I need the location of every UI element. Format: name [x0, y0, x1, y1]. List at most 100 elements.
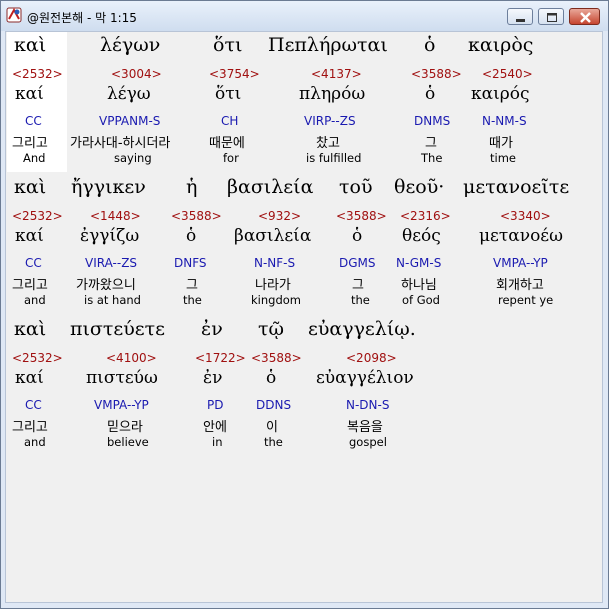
strong-number[interactable]: <3340>: [500, 209, 551, 223]
lemma[interactable]: πληρόω: [299, 84, 365, 104]
lemma[interactable]: καί: [15, 368, 44, 388]
lemma[interactable]: βασιλεία: [234, 226, 311, 246]
korean-gloss: 회개하고: [496, 278, 544, 293]
greek-word[interactable]: καιρὸς: [468, 34, 533, 56]
greek-word[interactable]: ὅτι: [213, 34, 242, 56]
strong-number[interactable]: <2098>: [346, 351, 397, 365]
parsing-code: DNMS: [414, 114, 451, 128]
strong-number[interactable]: <932>: [258, 209, 301, 223]
interlinear-pane[interactable]: καὶ <2532> καί CC 그리고 And λέγων <3004> λ…: [5, 31, 603, 603]
greek-word[interactable]: τῷ: [258, 318, 284, 340]
window-title: @원전본해 - 막 1:15: [27, 11, 137, 25]
maximize-icon: [547, 13, 557, 22]
english-gloss: time: [490, 151, 516, 165]
greek-word[interactable]: Πεπλήρωται: [268, 34, 388, 56]
korean-gloss: 찼고: [316, 136, 340, 151]
strong-number[interactable]: <2532>: [12, 209, 63, 223]
strong-number[interactable]: <1722>: [195, 351, 246, 365]
parsing-code: CC: [25, 256, 42, 270]
greek-word[interactable]: πιστεύετε: [70, 318, 165, 340]
greek-word[interactable]: καὶ: [14, 176, 46, 198]
strong-number[interactable]: <1448>: [90, 209, 141, 223]
lemma[interactable]: μετανοέω: [479, 226, 563, 246]
korean-gloss: 가까왔으니: [76, 278, 136, 293]
strong-number[interactable]: <3588>: [336, 209, 387, 223]
lemma[interactable]: καί: [15, 226, 44, 246]
korean-gloss: 그: [352, 278, 364, 293]
korean-gloss: 그: [186, 278, 198, 293]
english-gloss: and: [24, 435, 46, 449]
strong-number[interactable]: <4100>: [106, 351, 157, 365]
english-gloss: And: [23, 151, 46, 165]
english-gloss: kingdom: [251, 293, 301, 307]
english-gloss: the: [183, 293, 202, 307]
strong-number[interactable]: <2532>: [12, 351, 63, 365]
parsing-code: VMPA--YP: [493, 256, 548, 270]
strong-number[interactable]: <2316>: [400, 209, 451, 223]
greek-word[interactable]: ἤγγικεν: [71, 176, 146, 198]
lemma[interactable]: θεός: [402, 226, 441, 246]
strong-number[interactable]: <2540>: [482, 67, 533, 81]
greek-word[interactable]: εὐαγγελίῳ.: [308, 318, 416, 340]
lemma[interactable]: καί: [15, 84, 44, 104]
greek-word[interactable]: τοῦ: [339, 176, 373, 198]
app-window: @원전본해 - 막 1:15 καὶ <2532> καί CC 그리고 And…: [0, 0, 609, 609]
parsing-code: CH: [221, 114, 239, 128]
strong-number[interactable]: <3754>: [209, 67, 260, 81]
parsing-code: N-GM-S: [396, 256, 442, 270]
english-gloss: the: [264, 435, 283, 449]
english-gloss: is fulfilled: [306, 151, 362, 165]
greek-word[interactable]: ἐν: [201, 318, 223, 340]
parsing-code: N-DN-S: [346, 398, 390, 412]
korean-gloss: 믿으라: [107, 420, 143, 435]
lemma[interactable]: πιστεύω: [86, 368, 158, 388]
lemma[interactable]: ὁ: [425, 84, 435, 104]
lemma[interactable]: ἐγγίζω: [80, 226, 139, 246]
greek-word[interactable]: βασιλεία: [227, 176, 313, 198]
korean-gloss: 안에: [203, 420, 227, 435]
strong-number[interactable]: <3588>: [251, 351, 302, 365]
korean-gloss: 복음을: [347, 420, 383, 435]
strong-number[interactable]: <3588>: [171, 209, 222, 223]
greek-word[interactable]: ὁ: [424, 34, 435, 56]
lemma[interactable]: λέγω: [107, 84, 151, 104]
lemma[interactable]: ὁ: [352, 226, 362, 246]
greek-word[interactable]: θεοῦ·: [394, 176, 444, 198]
dictionary-app-icon: [6, 7, 22, 23]
strong-number[interactable]: <4137>: [311, 67, 362, 81]
close-button[interactable]: [569, 8, 600, 25]
lemma[interactable]: καιρός: [471, 84, 530, 104]
title-bar[interactable]: @원전본해 - 막 1:15: [1, 1, 608, 31]
korean-gloss: 가라사대-하시더라: [70, 136, 171, 151]
strong-number[interactable]: <2532>: [12, 67, 63, 81]
lemma[interactable]: εὐαγγέλιον: [316, 368, 414, 388]
greek-word[interactable]: καὶ: [14, 34, 46, 56]
minimize-button[interactable]: [507, 8, 533, 25]
greek-word[interactable]: ἡ: [186, 176, 197, 198]
greek-word[interactable]: καὶ: [14, 318, 46, 340]
lemma[interactable]: ὁ: [186, 226, 196, 246]
greek-word[interactable]: λέγων: [100, 34, 160, 56]
korean-gloss: 그리고: [12, 136, 48, 151]
lemma[interactable]: ὅτι: [215, 84, 241, 104]
parsing-code: VIRP--ZS: [304, 114, 356, 128]
parsing-code: DGMS: [339, 256, 376, 270]
english-gloss: repent ye: [498, 293, 554, 307]
parsing-code: CC: [25, 398, 42, 412]
lemma[interactable]: ἐν: [203, 368, 222, 388]
parsing-code: CC: [25, 114, 42, 128]
strong-number[interactable]: <3588>: [411, 67, 462, 81]
korean-gloss: 그리고: [12, 420, 48, 435]
english-gloss: in: [212, 435, 223, 449]
parsing-code: DNFS: [174, 256, 207, 270]
strong-number[interactable]: <3004>: [111, 67, 162, 81]
korean-gloss: 그: [425, 136, 437, 151]
lemma[interactable]: ὁ: [266, 368, 276, 388]
parsing-code: DDNS: [256, 398, 292, 412]
greek-word[interactable]: μετανοεῖτε: [463, 176, 569, 198]
english-gloss: is at hand: [84, 293, 141, 307]
maximize-button[interactable]: [538, 8, 564, 25]
english-gloss: of God: [402, 293, 440, 307]
korean-gloss: 하나님: [401, 278, 437, 293]
english-gloss: The: [421, 151, 443, 165]
